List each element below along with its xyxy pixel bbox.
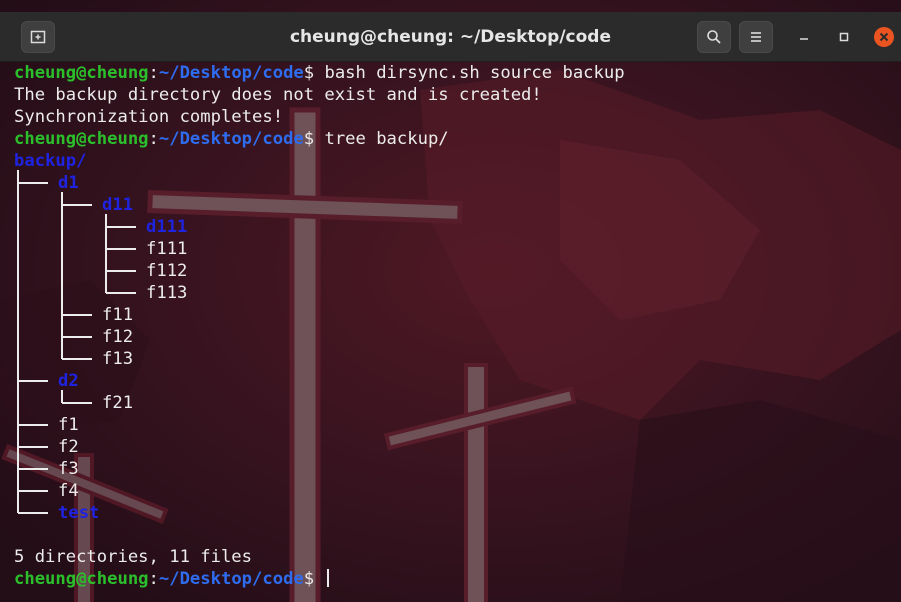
command-text: bash dirsync.sh source backup bbox=[324, 63, 625, 83]
prompt-user: cheung@cheung bbox=[14, 129, 149, 149]
terminal-output[interactable]: cheung@cheung:~/Desktop/code$ bash dirsy… bbox=[14, 62, 894, 602]
prompt-sigil: $ bbox=[303, 129, 325, 149]
search-icon bbox=[707, 30, 721, 44]
tree-entry: f3 bbox=[14, 458, 894, 480]
tree-directory: d1 bbox=[58, 173, 79, 193]
tree-entry: f12 bbox=[14, 326, 894, 348]
tree-entry: f13 bbox=[14, 348, 894, 370]
close-icon bbox=[874, 27, 894, 47]
tree-entry: f1 bbox=[14, 414, 894, 436]
output-text: The backup directory does not exist and … bbox=[14, 85, 542, 105]
tree-entry: f112 bbox=[14, 260, 894, 282]
command-text: tree backup/ bbox=[324, 129, 449, 149]
tree-entry: f4 bbox=[14, 480, 894, 502]
prompt-path: ~/Desktop/code bbox=[158, 63, 304, 83]
tree-entry: f11 bbox=[14, 304, 894, 326]
tree-file: f113 bbox=[146, 283, 188, 303]
text-cursor bbox=[327, 569, 330, 587]
tree-directory: d2 bbox=[58, 371, 79, 391]
tree-file: f112 bbox=[146, 261, 188, 281]
prompt-user: cheung@cheung bbox=[14, 569, 149, 589]
prompt-line: cheung@cheung:~/Desktop/code$ tree backu… bbox=[14, 128, 894, 150]
tree-entry: d11 bbox=[14, 194, 894, 216]
tree-file: f111 bbox=[146, 239, 188, 259]
prompt-sigil: $ bbox=[303, 63, 325, 83]
tree-entry: f111 bbox=[14, 238, 894, 260]
tree-entry: f2 bbox=[14, 436, 894, 458]
tree-directory: backup/ bbox=[14, 151, 87, 171]
hamburger-menu-icon bbox=[751, 32, 761, 42]
maximize-button[interactable] bbox=[834, 27, 854, 47]
tree-entry: d1 bbox=[14, 172, 894, 194]
output-text: Synchronization completes! bbox=[14, 107, 284, 127]
tree-file: f3 bbox=[58, 459, 79, 479]
prompt-path: ~/Desktop/code bbox=[158, 569, 304, 589]
tree-file: f21 bbox=[102, 393, 134, 413]
prompt-path: ~/Desktop/code bbox=[158, 129, 304, 149]
terminal-window: cheung@cheung: ~/Desktop/code cheung@che… bbox=[0, 0, 901, 602]
output-line: Synchronization completes! bbox=[14, 106, 894, 128]
prompt-separator: : bbox=[148, 129, 159, 149]
minimize-icon bbox=[800, 38, 808, 40]
tree-file: f1 bbox=[58, 415, 79, 435]
search-button[interactable] bbox=[697, 21, 731, 53]
tree-entry: f21 bbox=[14, 392, 894, 414]
tree-directory: d11 bbox=[102, 195, 134, 215]
tree-entry: test bbox=[14, 502, 894, 524]
tree-file: f2 bbox=[58, 437, 79, 457]
prompt-line: cheung@cheung:~/Desktop/code$ bbox=[14, 568, 894, 590]
menu-button[interactable] bbox=[739, 21, 773, 53]
output-line: The backup directory does not exist and … bbox=[14, 84, 894, 106]
output-text: 5 directories, 11 files bbox=[14, 547, 252, 567]
tree-entry: f113 bbox=[14, 282, 894, 304]
tree-directory: d111 bbox=[146, 217, 188, 237]
close-button[interactable] bbox=[874, 27, 894, 47]
tree-entry: d2 bbox=[14, 370, 894, 392]
tree-file: f12 bbox=[102, 327, 134, 347]
output-line: 5 directories, 11 files bbox=[14, 546, 894, 568]
tree-entry: backup/ bbox=[14, 150, 894, 172]
prompt-line: cheung@cheung:~/Desktop/code$ bash dirsy… bbox=[14, 62, 894, 84]
prompt-user: cheung@cheung bbox=[14, 63, 149, 83]
prompt-sigil: $ bbox=[303, 569, 325, 589]
tree-directory: test bbox=[58, 503, 100, 523]
title-bar: cheung@cheung: ~/Desktop/code bbox=[0, 12, 901, 62]
tree-file: f13 bbox=[102, 349, 134, 369]
prompt-separator: : bbox=[148, 569, 159, 589]
tree-file: f4 bbox=[58, 481, 79, 501]
maximize-icon bbox=[839, 32, 849, 42]
prompt-separator: : bbox=[148, 63, 159, 83]
tree-entry: d111 bbox=[14, 216, 894, 238]
minimize-button[interactable] bbox=[794, 27, 814, 47]
tree-file: f11 bbox=[102, 305, 134, 325]
